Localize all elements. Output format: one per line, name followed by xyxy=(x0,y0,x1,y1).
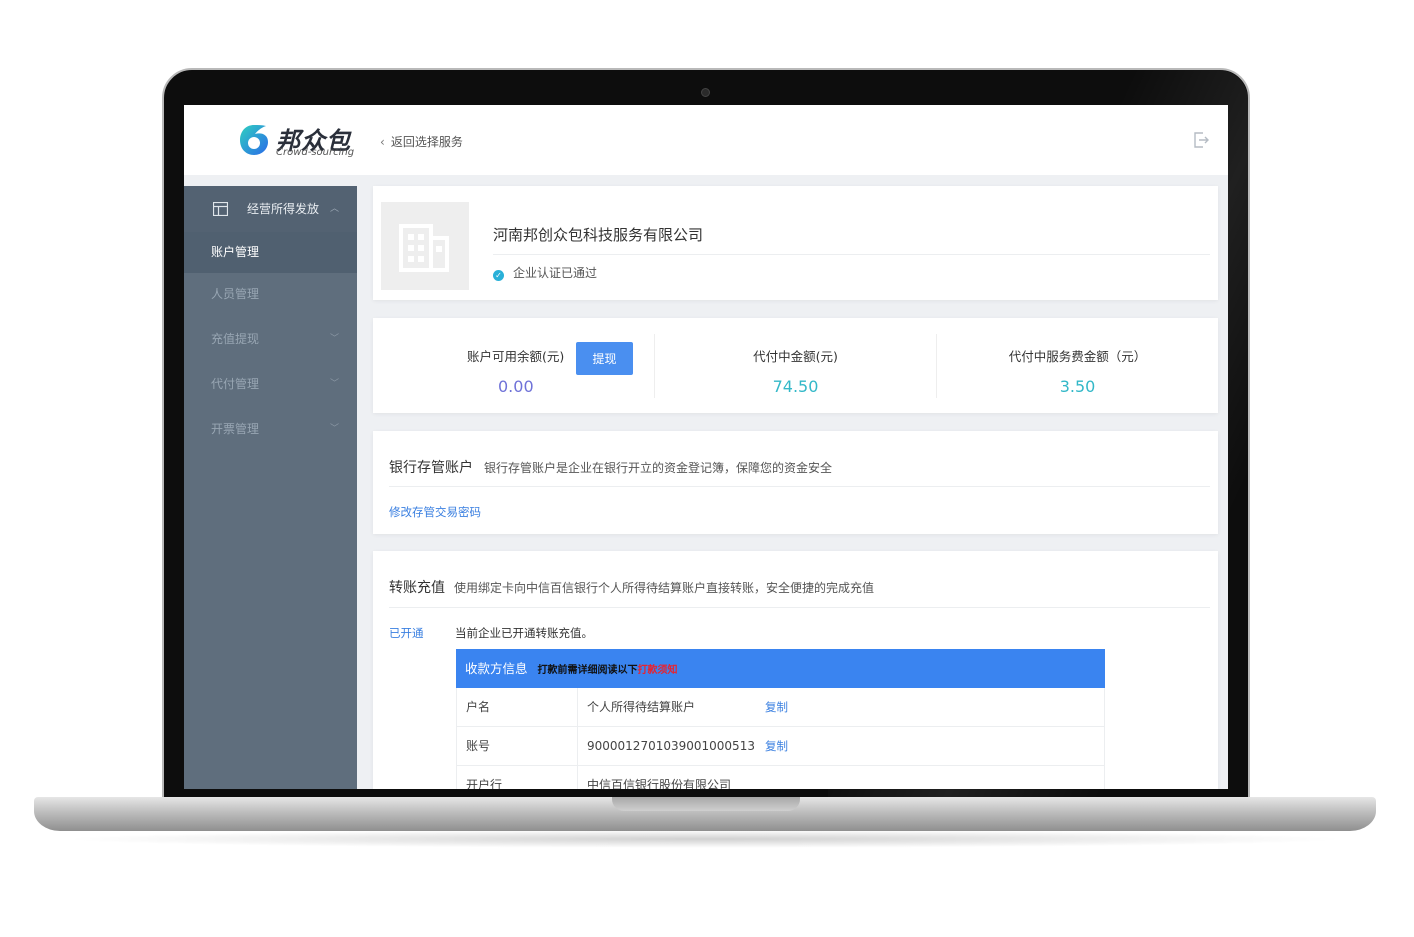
sidebar-item-payment[interactable]: 代付管理 ﹀ xyxy=(184,363,357,408)
paying-amount-label: 代付中金额(元) xyxy=(753,349,838,364)
row-key: 户名 xyxy=(457,688,578,727)
divider xyxy=(493,254,1210,255)
withdraw-button[interactable]: 提现 xyxy=(576,342,633,375)
sidebar-group-label: 经营所得发放 xyxy=(247,202,320,216)
paying-fee-value: 3.50 xyxy=(1059,377,1096,396)
brand-tagline: Crowd-sourcing xyxy=(276,147,355,158)
paying-amount: 代付中金额(元) 74.50 xyxy=(655,318,936,413)
copy-button[interactable]: 复制 xyxy=(765,727,788,766)
company-name: 河南邦创众包科技服务有限公司 xyxy=(493,226,704,244)
status-text: 当前企业已开通转账充值。 xyxy=(455,626,593,640)
payment-notice-link[interactable]: 打款须知 xyxy=(638,665,678,676)
sidebar-item-invoice[interactable]: 开票管理 ﹀ xyxy=(184,408,357,453)
sidebar-item-label: 代付管理 xyxy=(211,377,260,391)
balance-card: 账户可用余额(元) 0.00 提现 代付中金额(元) 74.50 代付中服务费金… xyxy=(373,318,1218,413)
sidebar: 经营所得发放 ︿ 账户管理 人员管理 充值提现 ﹀ 代付管理 ﹀ 开票管理 ﹀ xyxy=(184,186,357,789)
payee-table: 收款方信息 打款前需详细阅读以下打款须知 户名 个人所得待结算账户 复制 账号 9… xyxy=(456,649,1105,789)
sidebar-item-account[interactable]: 账户管理 xyxy=(184,232,357,273)
payee-table-header: 收款方信息 打款前需详细阅读以下打款须知 xyxy=(456,649,1105,688)
table-row: 户名 个人所得待结算账户 复制 xyxy=(456,688,1105,727)
available-balance: 账户可用余额(元) 0.00 xyxy=(443,318,583,413)
app-screen: 邦众包 Crowd-sourcing ‹ 返回选择服务 经营所得发放 ︿ 账户管理… xyxy=(184,105,1228,789)
laptop-shadow xyxy=(60,830,1350,848)
paying-fee-label: 代付中服务费金额（元） xyxy=(1008,349,1147,364)
row-key: 账号 xyxy=(457,727,578,766)
note-prefix: 打款前需详细阅读以下 xyxy=(537,665,638,676)
sidebar-item-label: 充值提现 xyxy=(211,332,260,346)
section-description: 使用绑定卡向中信百信银行个人所得待结算账户直接转账，安全便捷的完成充值 xyxy=(454,581,875,595)
laptop-notch xyxy=(612,797,800,811)
chevron-left-icon: ‹ xyxy=(380,135,385,149)
bank-account-card: 银行存管账户 银行存管账户是企业在银行开立的资金登记簿，保障您的资金安全 修改存… xyxy=(373,431,1218,534)
webcam xyxy=(701,88,710,97)
section-title: 银行存管账户 xyxy=(389,460,473,476)
available-balance-value: 0.00 xyxy=(498,377,534,396)
transfer-recharge-card: 转账充值 使用绑定卡向中信百信银行个人所得待结算账户直接转账，安全便捷的完成充值… xyxy=(373,551,1218,789)
back-link-label: 返回选择服务 xyxy=(390,135,463,149)
chevron-up-icon: ︿ xyxy=(329,204,339,214)
brand-logo-icon xyxy=(240,125,268,155)
check-circle-icon: ✓ xyxy=(493,270,504,281)
chevron-down-icon: ﹀ xyxy=(329,379,339,389)
verification-status: ✓ 企业认证已通过 xyxy=(493,264,597,281)
paying-fee: 代付中服务费金额（元） 3.50 xyxy=(937,318,1218,413)
divider xyxy=(389,486,1210,487)
chevron-down-icon: ﹀ xyxy=(329,334,339,344)
divider xyxy=(389,607,1210,608)
payee-header-title: 收款方信息 xyxy=(465,661,528,676)
payee-header-note: 打款前需详细阅读以下打款须知 xyxy=(538,665,678,676)
table-row: 开户行 中信百信银行股份有限公司 xyxy=(456,766,1105,789)
change-password-link[interactable]: 修改存管交易密码 xyxy=(389,504,481,520)
chevron-down-icon: ﹀ xyxy=(329,424,339,434)
verification-text: 企业认证已通过 xyxy=(513,266,598,280)
sidebar-item-label: 开票管理 xyxy=(211,422,260,436)
section-title: 转账充值 xyxy=(389,580,445,596)
sidebar-item-label: 账户管理 xyxy=(211,245,260,259)
table-row: 账号 9000012701039001000513 复制 xyxy=(456,727,1105,766)
row-key: 开户行 xyxy=(457,766,578,789)
status-badge: 已开通 xyxy=(389,626,424,640)
sidebar-item-personnel[interactable]: 人员管理 xyxy=(184,273,357,318)
copy-button[interactable]: 复制 xyxy=(765,688,788,727)
sidebar-item-recharge[interactable]: 充值提现 ﹀ xyxy=(184,318,357,363)
top-bar: 邦众包 Crowd-sourcing ‹ 返回选择服务 xyxy=(184,105,1228,175)
sidebar-group-business-income[interactable]: 经营所得发放 ︿ xyxy=(184,186,357,232)
back-to-services-link[interactable]: ‹ 返回选择服务 xyxy=(380,133,463,150)
row-value: 9000012701039001000513 xyxy=(587,739,755,753)
row-value: 个人所得待结算账户 xyxy=(587,700,696,714)
sidebar-item-label: 人员管理 xyxy=(211,287,260,301)
company-logo xyxy=(381,202,469,290)
available-balance-label: 账户可用余额(元) xyxy=(467,349,565,364)
row-value: 中信百信银行股份有限公司 xyxy=(587,778,732,789)
company-card: 河南邦创众包科技服务有限公司 ✓ 企业认证已通过 xyxy=(373,186,1218,300)
paying-amount-value: 74.50 xyxy=(772,377,819,396)
building-icon xyxy=(399,224,449,272)
table-icon xyxy=(213,202,228,216)
section-description: 银行存管账户是企业在银行开立的资金登记簿，保障您的资金安全 xyxy=(484,461,833,475)
logout-icon[interactable] xyxy=(1192,131,1210,149)
